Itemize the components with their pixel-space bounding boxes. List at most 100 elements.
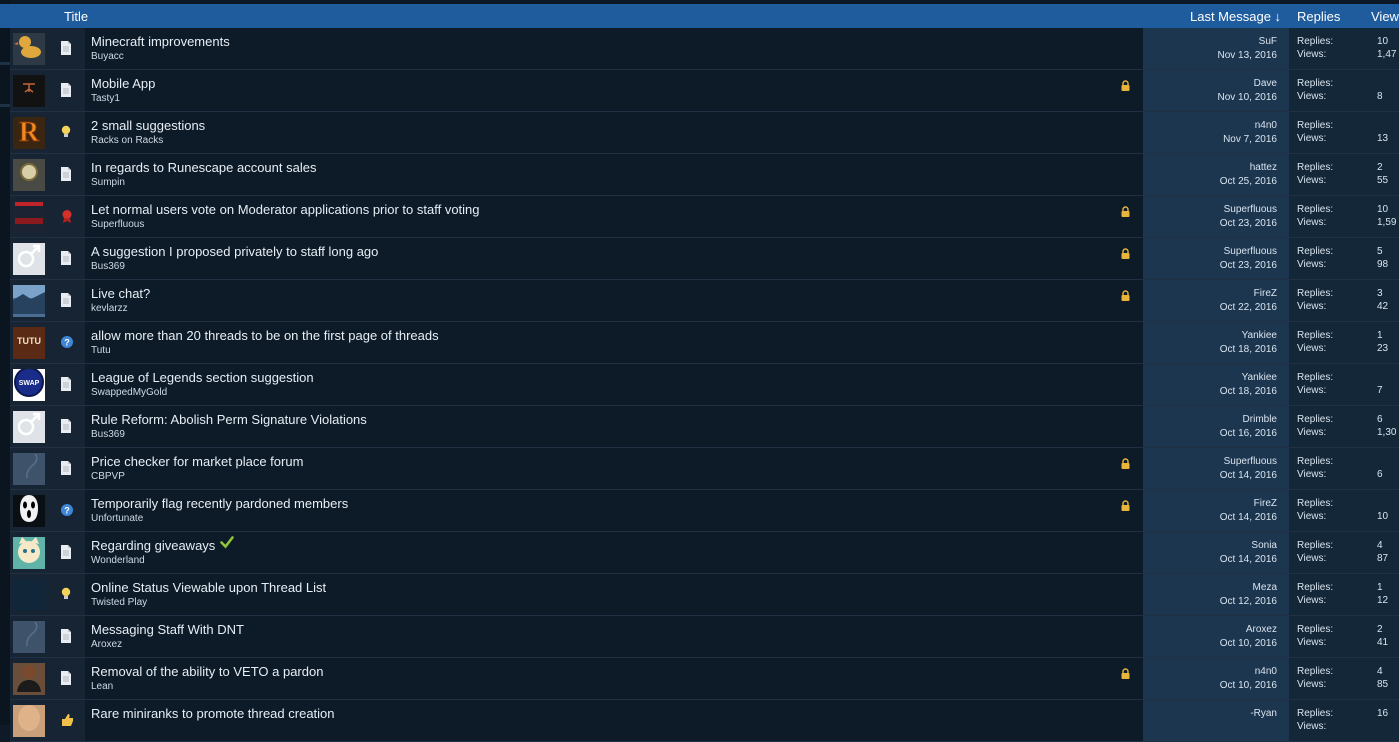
thread-title-link[interactable]: Messaging Staff With DNT [91,622,244,637]
last-post-date[interactable]: Oct 10, 2016 [1220,638,1277,649]
last-poster-link[interactable]: SuF [1259,36,1277,47]
last-post-date[interactable]: Oct 23, 2016 [1220,260,1277,271]
last-post-date[interactable]: Nov 10, 2016 [1218,92,1278,103]
thread-row[interactable]: Let normal users vote on Moderator appli… [10,196,1399,238]
last-poster-link[interactable]: Superfluous [1224,456,1277,467]
last-post-date[interactable]: Nov 7, 2016 [1223,134,1277,145]
last-poster-link[interactable]: Superfluous [1224,204,1277,215]
thread-author-link[interactable]: Aroxez [91,639,122,650]
avatar[interactable] [13,537,45,569]
thread-author-link[interactable]: Tutu [91,345,111,356]
thread-author-link[interactable]: CBPVP [91,471,125,482]
last-poster-link[interactable]: hattez [1250,162,1277,173]
thread-row[interactable]: SWAP League of Legends section suggestio… [10,364,1399,406]
avatar[interactable] [13,159,45,191]
last-post-date[interactable]: Oct 18, 2016 [1220,386,1277,397]
thread-author-link[interactable]: Bus369 [91,429,125,440]
last-poster-link[interactable]: Drimble [1243,414,1277,425]
avatar[interactable] [13,495,45,527]
thread-row[interactable]: TUTU ? allow more than 20 threads to be … [10,322,1399,364]
last-post-date[interactable]: Nov 13, 2016 [1218,50,1278,61]
last-poster-link[interactable]: Meza [1253,582,1277,593]
thread-title-link[interactable]: Rare miniranks to promote thread creatio… [91,706,335,721]
avatar[interactable] [13,33,45,65]
thread-title-link[interactable]: Mobile App [91,76,155,91]
last-poster-link[interactable]: -Ryan [1250,708,1277,719]
thread-title-link[interactable]: Let normal users vote on Moderator appli… [91,202,480,217]
thread-author-link[interactable]: Racks on Racks [91,135,163,146]
thread-author-link[interactable]: Superfluous [91,219,144,230]
thread-row[interactable]: Price checker for market place forum CBP… [10,448,1399,490]
thread-row[interactable]: In regards to Runescape account sales Su… [10,154,1399,196]
last-poster-link[interactable]: Dave [1254,78,1277,89]
avatar[interactable] [13,411,45,443]
thread-row[interactable]: Removal of the ability to VETO a pardon … [10,658,1399,700]
last-poster-link[interactable]: Yankiee [1242,372,1277,383]
thread-title-link[interactable]: 2 small suggestions [91,118,205,133]
avatar[interactable] [13,579,45,611]
last-post-date[interactable]: Oct 10, 2016 [1220,680,1277,691]
thread-title-link[interactable]: Removal of the ability to VETO a pardon [91,664,323,679]
thread-row[interactable]: Rule Reform: Abolish Perm Signature Viol… [10,406,1399,448]
thread-author-link[interactable]: Twisted Play [91,597,147,608]
thread-row[interactable]: Messaging Staff With DNT Aroxez Aroxez O… [10,616,1399,658]
sort-by-last-message[interactable]: Last Message ↓ [1190,9,1281,24]
thread-title-link[interactable]: Price checker for market place forum [91,454,303,469]
avatar[interactable] [13,201,45,233]
thread-row[interactable]: Minecraft improvements Buyacc SuF Nov 13… [10,28,1399,70]
avatar[interactable] [13,243,45,275]
last-post-date[interactable]: Oct 14, 2016 [1220,554,1277,565]
thread-row[interactable]: Regarding giveaways Wonderland Sonia Oct… [10,532,1399,574]
thread-title-link[interactable]: Temporarily flag recently pardoned membe… [91,496,348,511]
thread-row[interactable]: ? Temporarily flag recently pardoned mem… [10,490,1399,532]
thread-title-link[interactable]: A suggestion I proposed privately to sta… [91,244,378,259]
thread-title-link[interactable]: Live chat? [91,286,150,301]
avatar[interactable] [13,705,45,737]
thread-author-link[interactable]: Lean [91,681,113,692]
avatar[interactable] [13,621,45,653]
avatar[interactable]: TUTU [13,327,45,359]
thread-title-link[interactable]: League of Legends section suggestion [91,370,314,385]
thread-author-link[interactable]: Bus369 [91,261,125,272]
last-poster-link[interactable]: Aroxez [1246,624,1277,635]
thread-title-link[interactable]: allow more than 20 threads to be on the … [91,328,439,343]
thread-author-link[interactable]: Sumpin [91,177,125,188]
last-poster-link[interactable]: FireZ [1254,288,1277,299]
last-poster-link[interactable]: FireZ [1254,498,1277,509]
sort-by-title[interactable]: Title [64,9,88,24]
avatar[interactable]: R [13,117,45,149]
last-post-date[interactable]: Oct 18, 2016 [1220,344,1277,355]
thread-title-link[interactable]: Regarding giveaways [91,538,215,553]
last-post-date[interactable]: Oct 14, 2016 [1220,470,1277,481]
last-post-date[interactable]: Oct 12, 2016 [1220,596,1277,607]
thread-row[interactable]: R 2 small suggestions Racks on Racks n4n… [10,112,1399,154]
sort-by-views[interactable]: View [1371,9,1399,24]
thread-author-link[interactable]: Unfortunate [91,513,143,524]
last-post-date[interactable]: Oct 25, 2016 [1220,176,1277,187]
thread-row[interactable]: Live chat? kevlarzz FireZ Oct 22, 2016 R… [10,280,1399,322]
avatar[interactable]: SWAP [13,369,45,401]
thread-row[interactable]: Rare miniranks to promote thread creatio… [10,700,1399,742]
last-post-date[interactable]: Oct 23, 2016 [1220,218,1277,229]
last-poster-link[interactable]: Yankiee [1242,330,1277,341]
thread-row[interactable]: Mobile App Tasty1 Dave Nov 10, 2016 Repl… [10,70,1399,112]
last-post-date[interactable]: Oct 16, 2016 [1220,428,1277,439]
last-poster-link[interactable]: n4n0 [1255,120,1277,131]
avatar[interactable] [13,663,45,695]
last-poster-link[interactable]: Superfluous [1224,246,1277,257]
thread-author-link[interactable]: Buyacc [91,51,124,62]
thread-title-link[interactable]: In regards to Runescape account sales [91,160,316,175]
sort-by-replies[interactable]: Replies [1297,9,1340,24]
last-poster-link[interactable]: Sonia [1251,540,1277,551]
thread-author-link[interactable]: kevlarzz [91,303,128,314]
avatar[interactable] [13,75,45,107]
thread-author-link[interactable]: Wonderland [91,555,145,566]
thread-author-link[interactable]: SwappedMyGold [91,387,167,398]
last-post-date[interactable]: Oct 14, 2016 [1220,512,1277,523]
last-post-date[interactable]: Oct 22, 2016 [1220,302,1277,313]
thread-title-link[interactable]: Online Status Viewable upon Thread List [91,580,326,595]
last-poster-link[interactable]: n4n0 [1255,666,1277,677]
avatar[interactable] [13,453,45,485]
thread-row[interactable]: A suggestion I proposed privately to sta… [10,238,1399,280]
thread-title-link[interactable]: Minecraft improvements [91,34,230,49]
